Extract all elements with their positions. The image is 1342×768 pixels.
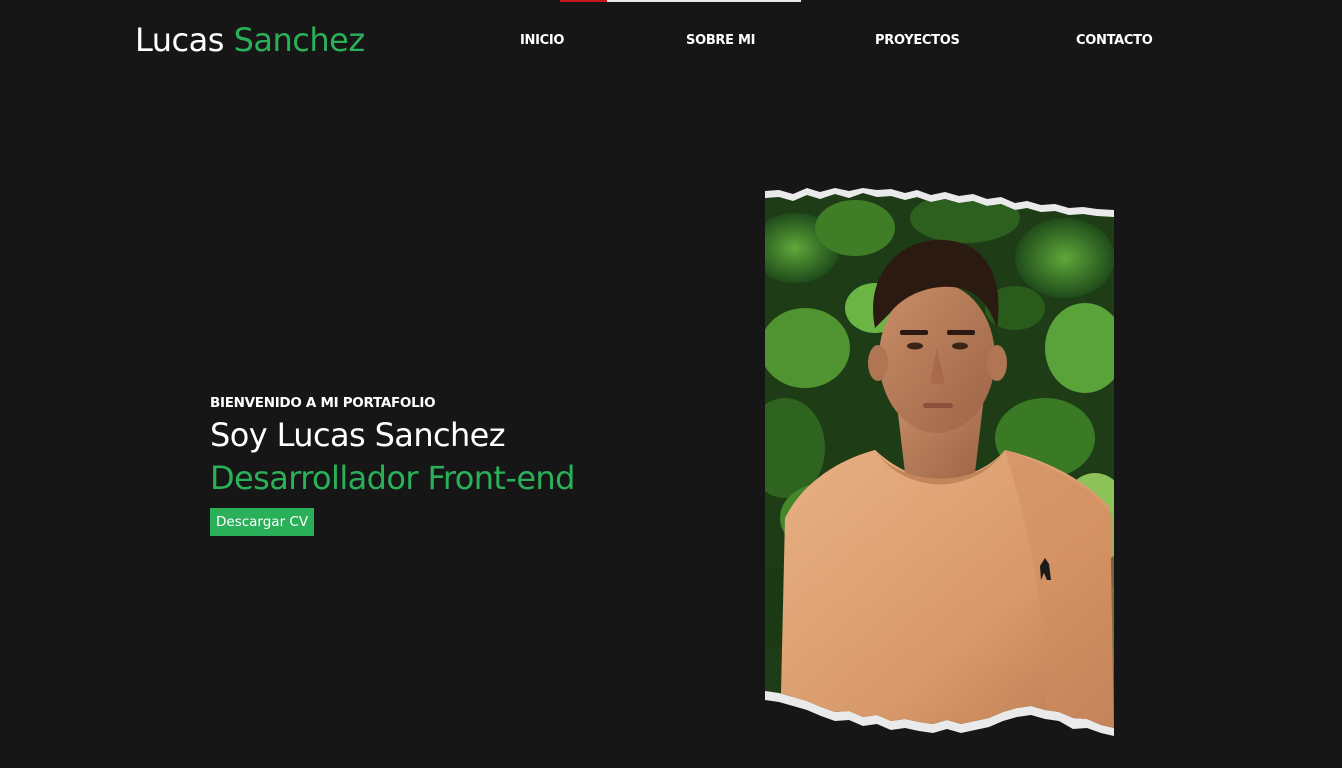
logo-last-name: Sanchez xyxy=(233,21,366,59)
navbar: Lucas Sanchez INICIO SOBRE MI PROYECTOS … xyxy=(0,0,1342,80)
hero-role: Desarrollador Front-end xyxy=(210,459,575,497)
page: Lucas Sanchez INICIO SOBRE MI PROYECTOS … xyxy=(0,0,1342,768)
nav-link-sobre-mi[interactable]: SOBRE MI xyxy=(686,33,755,49)
profile-photo xyxy=(765,188,1114,736)
welcome-text: BIENVENIDO A MI PORTAFOLIO xyxy=(210,395,436,411)
nav-link-contacto[interactable]: CONTACTO xyxy=(1076,33,1153,49)
download-cv-button[interactable]: Descargar CV xyxy=(210,508,315,536)
site-logo[interactable]: Lucas Sanchez xyxy=(135,20,365,60)
hero-name: Soy Lucas Sanchez xyxy=(210,416,506,454)
hero-text: BIENVENIDO A MI PORTAFOLIO Soy Lucas San… xyxy=(210,394,660,536)
nav-link-proyectos[interactable]: PROYECTOS xyxy=(875,33,960,49)
logo-first-name: Lucas xyxy=(135,21,224,59)
nav-link-inicio[interactable]: INICIO xyxy=(520,33,564,49)
